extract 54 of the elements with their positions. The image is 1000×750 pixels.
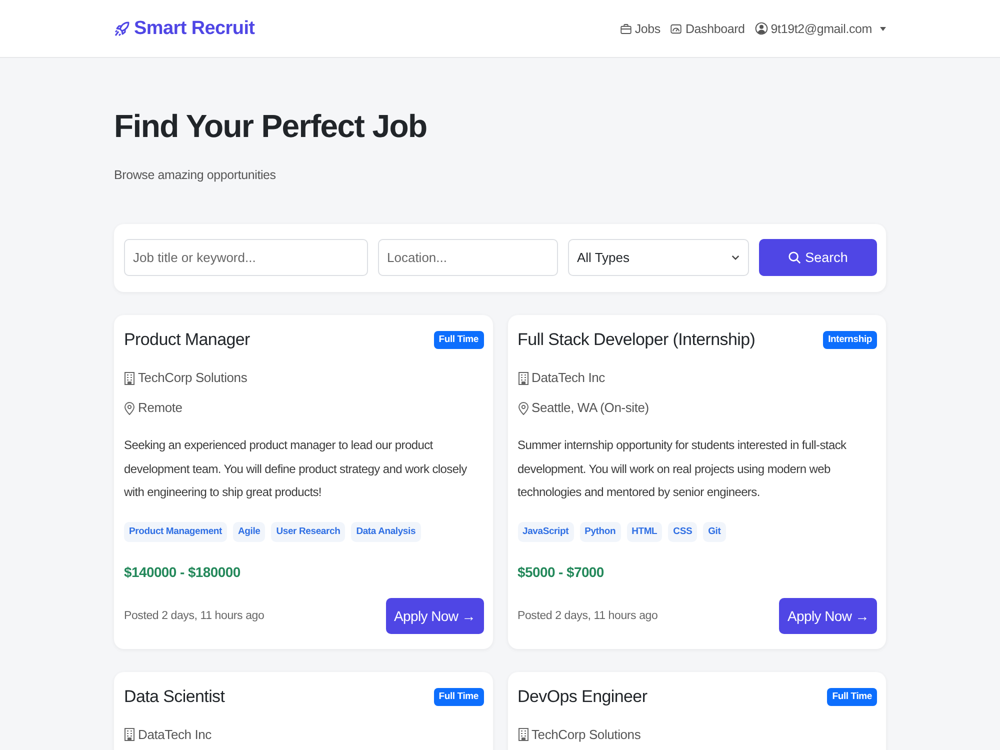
- job-title: Product Manager: [124, 329, 250, 351]
- skill-tag: Git: [703, 522, 726, 542]
- skill-tag: JavaScript: [518, 522, 574, 542]
- user-menu[interactable]: 9t19t2@gmail.com: [754, 22, 886, 36]
- company-name: DataTech Inc: [532, 369, 605, 387]
- nav-link[interactable]: Jobs: [620, 22, 660, 36]
- job-type-badge: Full Time: [827, 688, 877, 706]
- search-icon: [788, 251, 802, 264]
- job-description: Seeking an experienced product manager to lead our product development team. You will define product strategy and work closely with engineering to ship great products!: [124, 437, 468, 501]
- skill-tag: Python: [580, 522, 621, 542]
- job-title: Full Stack Developer (Internship): [518, 329, 756, 351]
- brand-logo[interactable]: Smart Recruit: [114, 18, 255, 40]
- job-description: Summer internship opportunity for students interested in full-stack development. You will work on real projects using modern web technologies and mentored by senior engineers.: [518, 437, 848, 501]
- skill-tag: Data Analysis: [351, 522, 421, 542]
- job-title: Data Scientist: [124, 686, 225, 708]
- nav-link[interactable]: Dashboard: [670, 22, 745, 36]
- rocket-icon: [114, 20, 130, 36]
- apply-button[interactable]: Apply Now →: [779, 598, 877, 634]
- building-icon: [124, 728, 135, 741]
- building-icon: [518, 728, 528, 741]
- posted-time: Posted 2 days, 11 hours ago: [518, 610, 658, 622]
- apply-button[interactable]: Apply Now →: [386, 598, 484, 634]
- map-pin-icon: [518, 402, 528, 414]
- posted-time: Posted 2 days, 11 hours ago: [124, 610, 264, 622]
- keyword-field[interactable]: Job title or keyword...: [124, 239, 368, 276]
- chevron-down-icon: [731, 253, 740, 262]
- skill-tag: Agile: [233, 522, 266, 542]
- page-subtitle: Browse amazing opportunities: [114, 167, 277, 184]
- building-icon: [124, 372, 135, 384]
- map-pin-icon: [124, 402, 135, 414]
- caret-down-icon: [880, 26, 886, 30]
- location-field[interactable]: Location...: [378, 239, 558, 276]
- job-title: DevOps Engineer: [518, 686, 648, 708]
- skill-tag: HTML: [626, 522, 662, 542]
- salary-range: $5000 - $7000: [518, 562, 605, 582]
- page-title: Find Your Perfect Job: [114, 107, 428, 146]
- company-name: TechCorp Solutions: [532, 726, 641, 744]
- job-type-badge: Full Time: [434, 688, 484, 706]
- job-location: Remote: [138, 399, 182, 417]
- job-type-badge: Full Time: [434, 331, 484, 349]
- job-type-badge: Internship: [823, 331, 877, 349]
- skill-tag: CSS: [668, 522, 698, 542]
- company-name: DataTech Inc: [138, 726, 212, 744]
- user-icon: [754, 22, 768, 35]
- gauge-icon: [670, 22, 682, 34]
- job-type-select[interactable]: All Types: [568, 239, 749, 276]
- salary-range: $140000 - $180000: [124, 562, 242, 582]
- skill-tag: Product Management: [124, 522, 227, 542]
- briefcase-icon: [620, 22, 632, 34]
- search-button[interactable]: Search: [759, 239, 877, 276]
- company-name: TechCorp Solutions: [138, 369, 248, 387]
- building-icon: [518, 372, 528, 384]
- skill-tag: User Research: [271, 522, 346, 542]
- job-location: Seattle, WA (On-site): [532, 399, 649, 417]
